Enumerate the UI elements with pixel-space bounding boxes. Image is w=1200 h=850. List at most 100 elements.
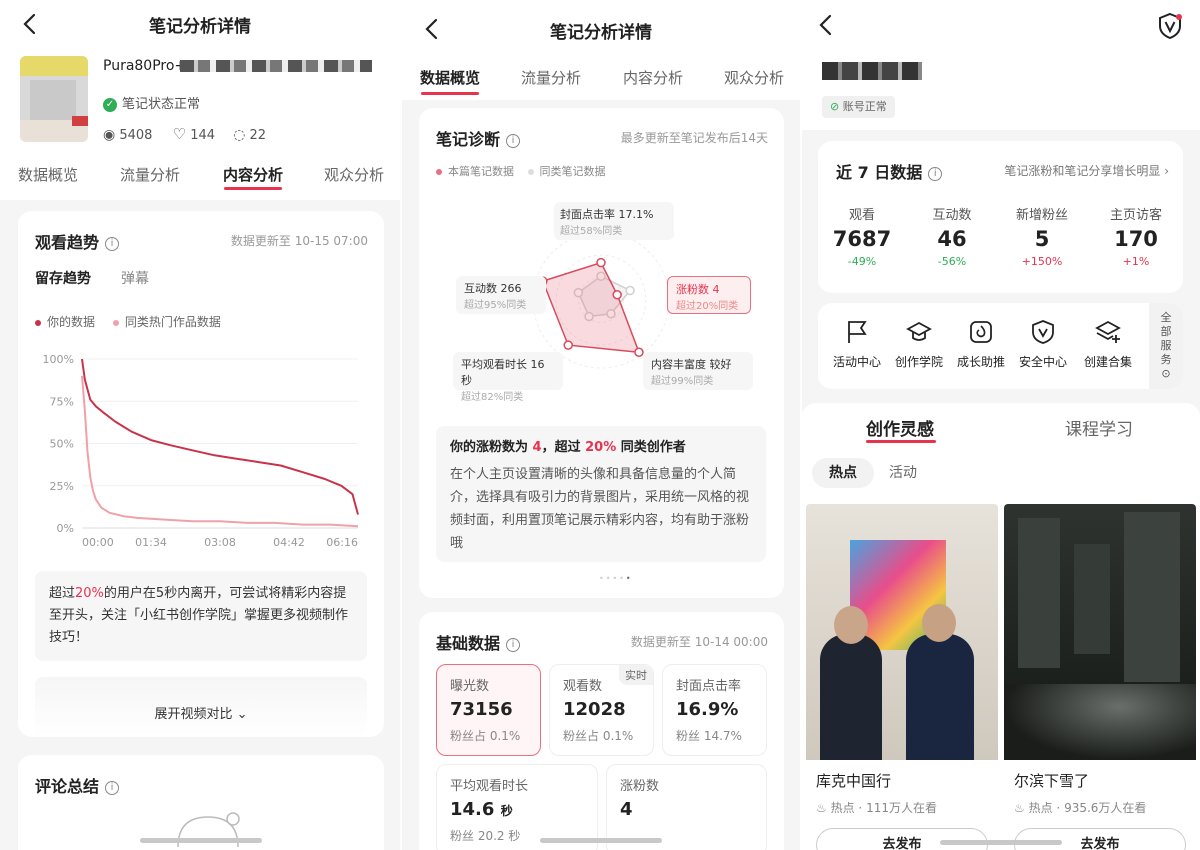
- stat-views[interactable]: 观看数 12028 粉丝占 0.1% 实时: [549, 664, 654, 756]
- radar-label-fans: 涨粉数 4 超过20%同类: [667, 276, 751, 314]
- series-line-peer: [81, 375, 359, 528]
- carousel-dots[interactable]: •••••: [599, 574, 633, 583]
- radar-mine-area-point: [563, 340, 573, 350]
- radar-mine-area-point: [596, 257, 606, 268]
- basic-data-update: 数据更新至 10-14 00:00: [630, 635, 768, 649]
- expand-compare-button[interactable]: 展开视频对比 ⌄: [35, 677, 367, 737]
- service-activity-center[interactable]: 活动中心: [828, 319, 886, 370]
- radar-label-duration: 平均观看时长 16秒 超过82%同类: [453, 352, 563, 403]
- basic-data-card: 基础数据 i 数据更新至 10-14 00:00 曝光数 73156 粉丝占 0.1%…: [419, 612, 784, 850]
- radar-label-cover-ctr: 封面点击率 17.1% 超过58%同类: [554, 202, 674, 240]
- tab-overview[interactable]: 数据概览: [18, 164, 78, 185]
- graduation-cap-icon: [906, 321, 932, 341]
- week-stat-new-fans[interactable]: 新增粉丝 5 +150%: [998, 204, 1086, 268]
- stat-cover-ctr[interactable]: 封面点击率 16.9% 粉丝 14.7%: [662, 664, 767, 756]
- tab-courses[interactable]: 课程学习: [1065, 415, 1133, 440]
- watch-trend-title: 观看趋势: [35, 233, 100, 252]
- service-growth-boost[interactable]: 成长助推: [952, 319, 1010, 370]
- tab-content[interactable]: 内容分析: [623, 67, 683, 88]
- active-tab-indicator: [421, 92, 479, 95]
- radar-peer-area-point: [625, 285, 635, 296]
- tab-overview[interactable]: 数据概览: [420, 67, 480, 88]
- x-tick-label: 03:08: [204, 536, 236, 549]
- comment-summary-title: 评论总结: [35, 777, 100, 796]
- tab-traffic[interactable]: 流量分析: [521, 67, 581, 88]
- x-tick-label: 00:00: [82, 536, 114, 549]
- comment-icon: ◌: [233, 127, 246, 143]
- service-create-collection[interactable]: 创建合集: [1076, 319, 1140, 370]
- subtab-danmaku[interactable]: 弹幕: [121, 268, 149, 288]
- chart-legend: 你的数据 同类热门作品数据: [35, 313, 221, 330]
- check-circle-icon: ✓: [103, 97, 117, 112]
- radar-mine-area-point: [634, 347, 644, 358]
- chevron-right-circle-icon: ⊙: [1161, 367, 1171, 380]
- y-tick-label: 75%: [50, 395, 74, 408]
- y-tick-label: 100%: [43, 353, 74, 366]
- publish-button-1[interactable]: 去发布: [816, 828, 988, 850]
- series-line-mine: [81, 358, 359, 515]
- tab-inspiration[interactable]: 创作灵感: [866, 415, 934, 440]
- diagnosis-title: 笔记诊断: [436, 130, 501, 149]
- radar-mine-area-point: [612, 289, 622, 300]
- tab-audience[interactable]: 观众分析: [324, 164, 384, 185]
- active-tab-indicator: [224, 187, 282, 190]
- all-services-button[interactable]: 全部服务 ⊙: [1149, 303, 1183, 389]
- info-icon[interactable]: i: [105, 236, 120, 251]
- note-thumbnail[interactable]: [20, 56, 88, 142]
- home-indicator: [140, 838, 262, 843]
- subtab-retention[interactable]: 留存趋势: [35, 268, 91, 288]
- note-title: Pura80Pro+: [103, 58, 187, 74]
- x-tick-label: 06:16: [326, 536, 358, 549]
- tab-audience[interactable]: 观众分析: [724, 67, 784, 88]
- y-tick-label: 50%: [50, 438, 74, 451]
- chevron-right-icon: ›: [1164, 164, 1169, 178]
- back-arrow-icon[interactable]: [816, 13, 836, 37]
- redacted-account-name: [822, 62, 922, 80]
- feed-meta-2: ♨ 热点 · 935.6万人在看: [1014, 801, 1147, 815]
- x-tick-label: 04:42: [273, 536, 305, 549]
- verified-shield-icon[interactable]: [1157, 12, 1183, 40]
- watch-trend-card: 观看趋势 i 数据更新至 10-15 07:00 留存趋势 弹幕 你的数据 同类热…: [18, 211, 384, 737]
- chip-activity[interactable]: 活动: [889, 458, 917, 488]
- home-indicator: [540, 838, 662, 843]
- publish-button-2[interactable]: 去发布: [1014, 828, 1186, 850]
- week-data-link[interactable]: 笔记涨粉和笔记分享增长明显 ›: [1004, 162, 1169, 179]
- week-stat-visitors[interactable]: 主页访客 170 +1%: [1090, 204, 1182, 268]
- legend-mine: 你的数据: [47, 315, 96, 329]
- feed-card-1[interactable]: 库克中国行 ♨ 热点 · 111万人在看 去发布: [806, 504, 998, 850]
- page-title: 笔记分析详情: [550, 23, 652, 43]
- flag-icon: [848, 321, 867, 343]
- note-overview-panel: 笔记分析详情 数据概览 流量分析 内容分析 观众分析 笔记诊断 i 最多更新至笔记…: [402, 0, 800, 850]
- stat-exposure[interactable]: 曝光数 73156 粉丝占 0.1%: [436, 664, 541, 756]
- week-stat-views[interactable]: 观看 7687 -49%: [818, 204, 906, 268]
- service-security-center[interactable]: 安全中心: [1014, 319, 1072, 370]
- info-icon[interactable]: i: [928, 166, 943, 181]
- week-stat-interactions[interactable]: 互动数 46 -56%: [908, 204, 996, 268]
- feed-image-1: [806, 504, 998, 760]
- feed-card-2[interactable]: 尔滨下雪了 ♨ 热点 · 935.6万人在看 去发布: [1004, 504, 1196, 850]
- radar-label-richness: 内容丰富度 较好 超过99%同类: [643, 352, 753, 390]
- basic-data-title: 基础数据: [436, 634, 501, 653]
- week-data-card: 近 7 日数据 i 笔记涨粉和笔记分享增长明显 › 观看 7687 -49% 互动…: [818, 141, 1183, 293]
- info-icon[interactable]: i: [105, 780, 120, 795]
- radar-mine-area: [541, 261, 641, 354]
- services-card: 活动中心 创作学院 成长助推 安全中心 创建合集 全部服务 ⊙: [818, 303, 1183, 389]
- x-tick-label: 01:34: [135, 536, 167, 549]
- like-count: 144: [190, 128, 216, 143]
- tab-content[interactable]: 内容分析: [223, 164, 283, 185]
- empty-state-illustration-icon: [177, 812, 240, 848]
- note-stats: ◉ 5408 ♡ 144 ◌ 22: [103, 125, 266, 143]
- diagnosis-summary: 你的涨粉数为 4，超过 20% 同类创作者 在个人主页设置清晰的头像和具备信息量…: [436, 426, 766, 562]
- info-icon[interactable]: i: [506, 133, 521, 148]
- info-icon[interactable]: i: [506, 637, 521, 652]
- diagnosis-update: 最多更新至笔记发布后14天: [620, 131, 768, 145]
- chip-hot[interactable]: 热点: [812, 458, 874, 488]
- chevron-down-icon: ⌄: [236, 707, 248, 722]
- tab-traffic[interactable]: 流量分析: [120, 164, 180, 185]
- retention-chart: 100% 75% 50% 25% 0% 00:00 01:34 03:08 04:42 06:16: [43, 353, 359, 549]
- flame-icon: [970, 321, 992, 343]
- flame-icon: ♨: [1014, 801, 1025, 815]
- shield-icon: [1032, 320, 1054, 344]
- creator-center-panel: ⊘ 账号正常 近 7 日数据 i 笔记涨粉和笔记分享增长明显 › 观看 7687 …: [802, 0, 1200, 850]
- service-creator-academy[interactable]: 创作学院: [890, 319, 948, 370]
